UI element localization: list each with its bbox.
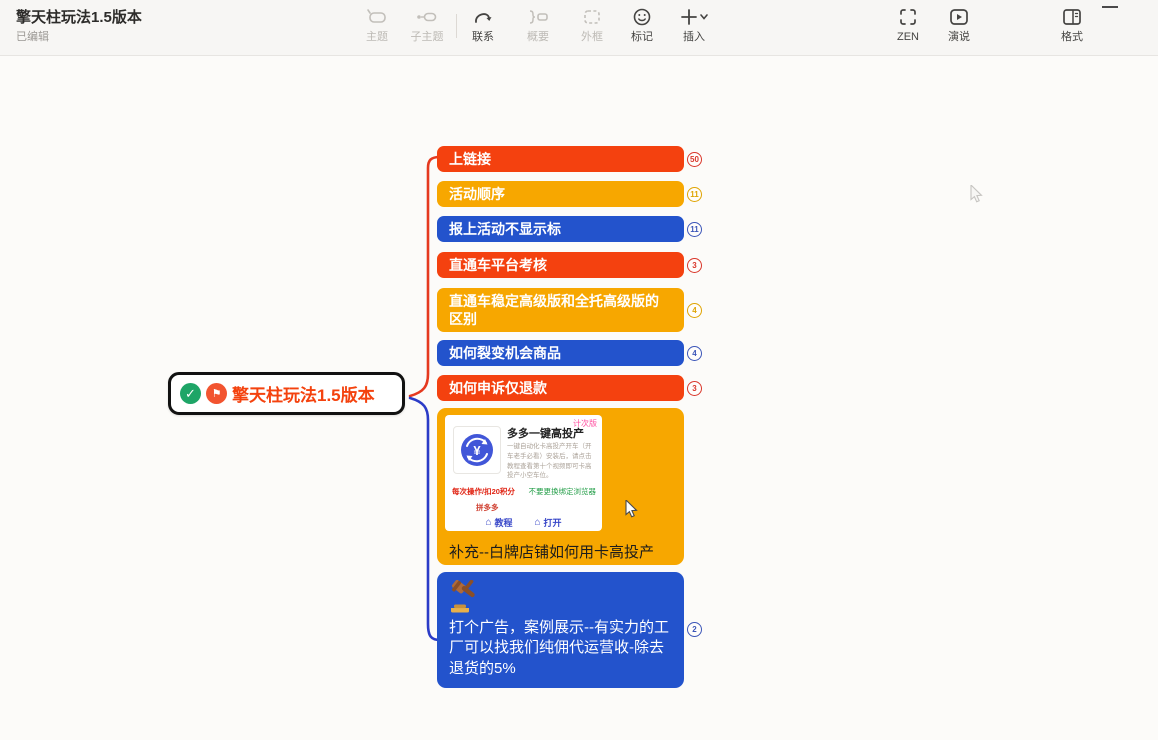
top-toolbar: 擎天柱玩法1.5版本 已编辑 主题 子主题 联系 概要 外框 xyxy=(0,0,1158,56)
toolbar-pitch-button[interactable]: 演说 xyxy=(933,6,985,43)
task-done-icon[interactable]: ✓ xyxy=(180,383,201,404)
summary-icon xyxy=(526,6,550,28)
branch-brace-connector xyxy=(398,140,442,700)
badge-number: 2 xyxy=(692,625,696,634)
central-topic[interactable]: ✓ ⚑ 擎天柱玩法1.5版本 xyxy=(168,372,405,415)
house-icon: ⌂ xyxy=(535,517,541,528)
image-node-caption: 补充--白牌店铺如何用卡高投产 xyxy=(449,541,654,562)
marker-smiley-icon xyxy=(632,6,652,28)
branch-baoshang-huodong[interactable]: 报上活动不显示标 xyxy=(437,216,684,242)
badge-number: 4 xyxy=(692,306,696,315)
tutorial-button-label: 教程 xyxy=(494,516,512,529)
open-button[interactable]: ⌂打开 xyxy=(535,516,562,529)
summary-label: 概要 xyxy=(527,31,549,43)
svg-text:¥: ¥ xyxy=(473,443,481,458)
badge-count[interactable]: 3 xyxy=(687,381,702,396)
branch-label: 报上活动不显示标 xyxy=(449,220,561,238)
badge-count[interactable]: 3 xyxy=(687,258,702,273)
branch-zhitongche-kaohe[interactable]: 直通车平台考核 xyxy=(437,252,684,278)
toolbar-boundary-button[interactable]: 外框 xyxy=(566,6,618,43)
boundary-label: 外框 xyxy=(581,31,603,43)
plugin-cost-note: 每次操作/扣20积分 xyxy=(452,486,515,497)
central-topic-label: 擎天柱玩法1.5版本 xyxy=(232,381,375,406)
mouse-cursor-ghost xyxy=(970,185,988,205)
red-flag-icon[interactable]: ⚑ xyxy=(206,383,227,404)
subtopic-label: 子主题 xyxy=(411,31,444,43)
badge-count[interactable]: 2 xyxy=(687,622,702,637)
save-status: 已编辑 xyxy=(16,28,49,44)
yuan-sync-icon: ¥ xyxy=(457,430,497,470)
play-presentation-icon xyxy=(948,6,970,28)
open-button-label: 打开 xyxy=(544,516,562,529)
boundary-icon xyxy=(582,6,602,28)
format-label: 格式 xyxy=(1061,31,1083,43)
badge-number: 11 xyxy=(690,225,698,234)
badge-count[interactable]: 4 xyxy=(687,303,702,318)
plugin-platform: 拼多多 xyxy=(476,502,499,513)
relationship-icon xyxy=(472,6,494,28)
badge-count[interactable]: 11 xyxy=(687,222,702,237)
zen-mode-icon xyxy=(897,6,919,28)
toolbar-summary-button[interactable]: 概要 xyxy=(512,6,564,43)
embedded-plugin-screenshot[interactable]: 计次版 ¥ 多多一键高投产 一键自动化卡高投产开车（开车老手必看）安装后，请点击… xyxy=(445,415,602,531)
branch-shensu-tuikuan[interactable]: 如何申诉仅退款 xyxy=(437,375,684,401)
badge-count[interactable]: 50 xyxy=(687,152,702,167)
badge-number: 4 xyxy=(692,349,696,358)
toolbar-topic-button[interactable]: 主题 xyxy=(351,6,403,43)
badge-count[interactable]: 11 xyxy=(687,187,702,202)
toolbar-subtopic-button[interactable]: 子主题 xyxy=(401,6,453,43)
zen-label: ZEN xyxy=(897,31,919,43)
branch-zhitongche-qubie[interactable]: 直通车稳定高级版和全托高级版的区别 xyxy=(437,288,684,332)
toolbar-format-button[interactable]: 格式 xyxy=(1046,6,1098,43)
document-title: 擎天柱玩法1.5版本 xyxy=(16,6,142,27)
gavel-icon xyxy=(447,580,483,619)
subtopic-icon xyxy=(416,6,438,28)
branch-shanglianjie[interactable]: 上链接 xyxy=(437,146,684,172)
insert-label: 插入 xyxy=(683,31,705,43)
badge-number: 3 xyxy=(692,261,696,270)
toolbar-zen-button[interactable]: ZEN xyxy=(882,6,934,43)
marker-label: 标记 xyxy=(631,31,653,43)
branch-huodong-shunxu[interactable]: 活动顺序 xyxy=(437,181,684,207)
toolbar-insert-button[interactable]: 插入 xyxy=(668,6,720,43)
branch-liebian-shangpin[interactable]: 如何裂变机会商品 xyxy=(437,340,684,366)
toolbar-marker-button[interactable]: 标记 xyxy=(616,6,668,43)
branch-ad-daiyunying[interactable]: 打个广告，案例展示--有实力的工厂可以找我们纯佣代运营收-除去退货的5% xyxy=(437,572,684,688)
format-panel-icon xyxy=(1061,6,1083,28)
plugin-binding-note: 不要更换绑定浏览器 xyxy=(529,486,597,497)
house-icon: ⌂ xyxy=(485,517,491,528)
topic-icon xyxy=(366,6,388,28)
badge-number: 50 xyxy=(690,155,699,164)
topic-label: 主题 xyxy=(366,31,388,43)
ad-node-text: 打个广告，案例展示--有实力的工厂可以找我们纯佣代运营收-除去退货的5% xyxy=(449,618,676,679)
branch-label: 如何申诉仅退款 xyxy=(449,379,547,397)
badge-number: 3 xyxy=(692,384,696,393)
branch-label: 直通车稳定高级版和全托高级版的区别 xyxy=(449,292,672,328)
pitch-label: 演说 xyxy=(948,31,970,43)
plugin-title: 多多一键高投产 xyxy=(507,425,584,441)
insert-plus-icon xyxy=(679,6,709,28)
badge-number: 11 xyxy=(690,190,698,199)
branch-label: 活动顺序 xyxy=(449,185,505,203)
branch-label: 直通车平台考核 xyxy=(449,256,547,274)
branch-label: 如何裂变机会商品 xyxy=(449,344,561,362)
relationship-label: 联系 xyxy=(472,31,494,43)
branch-buchong-gaotouchan[interactable]: 计次版 ¥ 多多一键高投产 一键自动化卡高投产开车（开车老手必看）安装后，请点击… xyxy=(437,408,684,565)
mindmap-canvas[interactable]: ✓ ⚑ 擎天柱玩法1.5版本 上链接 活动顺序 报上活动不显示标 直通车平台考核… xyxy=(0,57,1158,740)
toolbar-relationship-button[interactable]: 联系 xyxy=(457,6,509,43)
plugin-icon-frame: ¥ xyxy=(453,426,501,474)
window-minimize-dash[interactable] xyxy=(1102,6,1118,8)
branch-label: 上链接 xyxy=(449,150,491,168)
tutorial-button[interactable]: ⌂教程 xyxy=(485,516,512,529)
plugin-description: 一键自动化卡高投产开车（开车老手必看）安装后，请点击教程查看第十个视频即可卡高投… xyxy=(507,442,597,481)
badge-count[interactable]: 4 xyxy=(687,346,702,361)
